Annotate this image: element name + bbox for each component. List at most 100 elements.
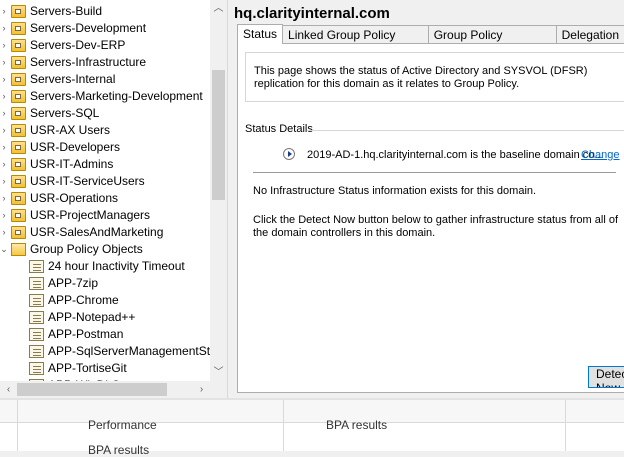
gpo-document-icon	[29, 345, 44, 358]
tree-item[interactable]: › Servers-Marketing-Development	[0, 88, 210, 105]
collapsed-chevron-icon[interactable]: ›	[0, 37, 8, 54]
tree-item-label: Servers-Build	[30, 4, 103, 18]
tree-item-label: APP-Notepad++	[48, 310, 136, 324]
gpo-tree: › Servers-Build › Servers-Development › Serve…	[0, 0, 210, 381]
organizational-unit-icon	[11, 107, 26, 120]
bpa-results-label-left[interactable]: BPA results	[88, 443, 149, 457]
collapsed-chevron-icon[interactable]: ›	[0, 122, 8, 139]
tree-item[interactable]: › USR-Operations	[0, 190, 210, 207]
tree-item[interactable]: › Servers-Internal	[0, 71, 210, 88]
horizontal-scroll-thumb[interactable]	[17, 383, 167, 396]
gpo-document-icon	[29, 362, 44, 375]
organizational-unit-icon	[11, 56, 26, 69]
collapsed-chevron-icon[interactable]: ›	[0, 207, 8, 224]
organizational-unit-icon	[11, 192, 26, 205]
tree-item[interactable]: › USR-IT-Admins	[0, 156, 210, 173]
tree-item-label: USR-AX Users	[30, 123, 111, 137]
tree-item-label: Servers-Development	[30, 21, 147, 35]
gpo-document-icon	[29, 260, 44, 273]
organizational-unit-icon	[11, 226, 26, 239]
collapsed-chevron-icon[interactable]: ›	[0, 20, 8, 37]
collapsed-chevron-icon[interactable]: ›	[0, 190, 8, 207]
tree-item[interactable]: 24 hour Inactivity Timeout	[0, 258, 210, 275]
tree-vertical-scrollbar[interactable]: ︿ ﹀	[210, 0, 227, 381]
tree-item[interactable]: APP-SqlServerManagementStud	[0, 343, 210, 360]
tree-item[interactable]: › Servers-Development	[0, 20, 210, 37]
grid-line	[283, 400, 284, 451]
tree-item-label: Servers-SQL	[30, 106, 100, 120]
collapsed-chevron-icon[interactable]: ›	[0, 173, 8, 190]
bpa-results-label[interactable]: BPA results	[326, 418, 387, 432]
tree-item[interactable]: › USR-ProjectManagers	[0, 207, 210, 224]
tree-item[interactable]: APP-Notepad++	[0, 309, 210, 326]
organizational-unit-icon	[11, 158, 26, 171]
tree-item[interactable]: › USR-Developers	[0, 139, 210, 156]
gpo-document-icon	[29, 277, 44, 290]
expanded-chevron-icon[interactable]: ⌄	[0, 241, 8, 258]
collapsed-chevron-icon[interactable]: ›	[0, 156, 8, 173]
tree-item[interactable]: › USR-IT-ServiceUsers	[0, 173, 210, 190]
tree-item[interactable]: APP-Postman	[0, 326, 210, 343]
status-description-box: This page shows the status of Active Dir…	[245, 52, 624, 102]
tree-item-label: USR-SalesAndMarketing	[30, 225, 164, 239]
detect-now-description: Click the Detect Now button below to gat…	[253, 214, 618, 239]
scroll-down-arrow-icon[interactable]: ﹀	[210, 364, 227, 381]
expand-details-icon[interactable]	[283, 148, 295, 160]
tab-delegation[interactable]: Delegation	[555, 25, 624, 43]
no-infrastructure-status-text: No Infrastructure Status information exi…	[253, 185, 537, 197]
collapsed-chevron-icon[interactable]: ›	[0, 3, 8, 20]
collapsed-chevron-icon[interactable]: ›	[0, 71, 8, 88]
status-description: This page shows the status of Active Dir…	[254, 65, 588, 90]
tree-item-label: 24 hour Inactivity Timeout	[48, 259, 185, 273]
collapsed-chevron-icon[interactable]: ›	[0, 224, 8, 241]
scroll-left-arrow-icon[interactable]: ‹	[0, 381, 17, 398]
tab-gp-inheritance[interactable]: Group Policy Inheritance	[427, 25, 557, 60]
tree-item[interactable]: › USR-AX Users	[0, 122, 210, 139]
grid-line	[17, 400, 18, 451]
organizational-unit-icon	[11, 141, 26, 154]
tree-item-label: Servers-Internal	[30, 72, 116, 86]
collapsed-chevron-icon[interactable]: ›	[0, 139, 8, 156]
vertical-scroll-thumb[interactable]	[212, 70, 225, 200]
tree-item[interactable]: › Servers-SQL	[0, 105, 210, 122]
tree-item-label: USR-IT-ServiceUsers	[30, 174, 145, 188]
gpo-document-icon	[29, 328, 44, 341]
detect-now-button[interactable]: Detect Now	[588, 366, 624, 388]
tree-item[interactable]: ⌄ Group Policy Objects	[0, 241, 210, 258]
scroll-up-arrow-icon[interactable]: ︿	[210, 0, 227, 17]
organizational-unit-icon	[11, 90, 26, 103]
tree-item[interactable]: › Servers-Dev-ERP	[0, 37, 210, 54]
scrollbar-corner	[210, 381, 227, 398]
tree-horizontal-scrollbar[interactable]: ‹ ›	[0, 381, 210, 398]
organizational-unit-icon	[11, 73, 26, 86]
tree-item[interactable]: › USR-SalesAndMarketing	[0, 224, 210, 241]
gpo-document-icon	[29, 294, 44, 307]
tree-item-label: Servers-Infrastructure	[30, 55, 147, 69]
change-baseline-link[interactable]: Change	[581, 147, 620, 163]
collapsed-chevron-icon[interactable]: ›	[0, 105, 8, 122]
tree-item[interactable]: APP-7zip	[0, 275, 210, 292]
gpo-folder-icon	[11, 243, 26, 256]
scroll-right-arrow-icon[interactable]: ›	[193, 381, 210, 398]
organizational-unit-icon	[11, 5, 26, 18]
grid-line	[565, 400, 566, 451]
tree-item-label: USR-IT-Admins	[30, 157, 114, 171]
tab-bar: Status Linked Group Policy Objects Group…	[237, 24, 624, 60]
collapsed-chevron-icon[interactable]: ›	[0, 54, 8, 71]
tree-item-label: APP-7zip	[48, 276, 99, 290]
tree-item[interactable]: › Servers-Infrastructure	[0, 54, 210, 71]
tab-linked-gpos[interactable]: Linked Group Policy Objects	[282, 25, 429, 60]
details-pane: hq.clarityinternal.com Status Linked Gro…	[228, 0, 624, 398]
tree-item-label: APP-Postman	[48, 327, 124, 341]
tree-item[interactable]: APP-Chrome	[0, 292, 210, 309]
tree-item[interactable]: › Servers-Build	[0, 3, 210, 20]
organizational-unit-icon	[11, 39, 26, 52]
performance-label[interactable]: Performance	[88, 418, 157, 432]
collapsed-chevron-icon[interactable]: ›	[0, 88, 8, 105]
tree-item-label: Servers-Marketing-Development	[30, 89, 203, 103]
tab-status[interactable]: Status	[237, 24, 284, 44]
tree-pane: › Servers-Build › Servers-Development › Serve…	[0, 0, 228, 398]
tree-item-label: USR-Developers	[30, 140, 121, 154]
tree-item[interactable]: APP-TortiseGit	[0, 360, 210, 377]
status-details-label: Status Details	[245, 123, 313, 135]
